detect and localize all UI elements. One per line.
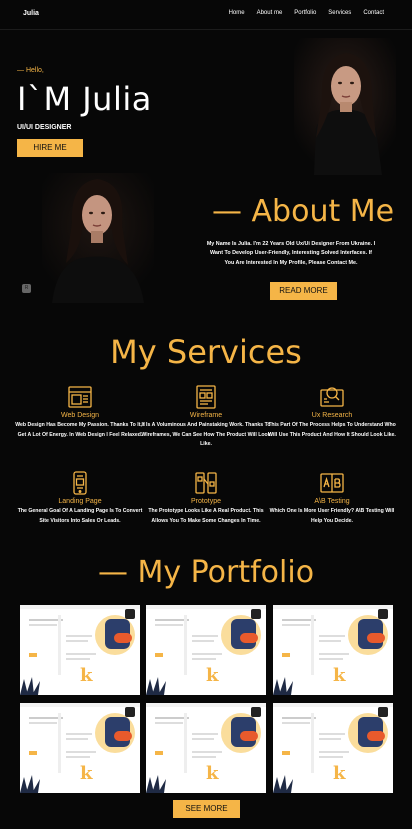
service-desc: It Is A Voluminous And Painstaking Work.… xyxy=(141,422,271,448)
top-nav: Julia Home About me Portfolio Services C… xyxy=(0,0,412,30)
portfolio-thumbnail[interactable]: k xyxy=(146,605,266,695)
service-desc: Web Design Has Become My Passion. Thanks… xyxy=(15,422,145,438)
read-more-button[interactable]: READ MORE xyxy=(270,282,337,300)
nav-services[interactable]: Services xyxy=(328,10,351,16)
web-design-icon xyxy=(67,384,93,410)
landing-page-icon xyxy=(67,470,93,496)
nav-contact[interactable]: Contact xyxy=(363,10,384,16)
service-wireframe: Wireframe It Is A Voluminous And Painsta… xyxy=(140,384,272,450)
service-desc: The General Goal Of A Landing Page Is To… xyxy=(17,508,143,524)
portfolio-thumbnail[interactable]: k xyxy=(273,703,393,793)
prototype-icon xyxy=(193,470,219,496)
service-ab-testing: A\B Testing Which One Is More User Frien… xyxy=(266,470,398,526)
portfolio-thumb-letter: k xyxy=(206,665,219,686)
badge-icon: R xyxy=(22,284,31,293)
nav-home[interactable]: Home xyxy=(229,10,245,16)
portfolio-thumbnail[interactable]: k xyxy=(146,703,266,793)
ux-research-icon xyxy=(319,384,345,410)
service-landing-page: Landing Page The General Goal Of A Landi… xyxy=(14,470,146,526)
about-text: My Name Is Julia. I'm 22 Years Old Ux/Ui… xyxy=(206,241,376,266)
portfolio-thumb-letter: k xyxy=(333,763,346,784)
hero-greeting: — Hello, xyxy=(17,67,44,74)
portfolio-thumbnail[interactable]: k xyxy=(20,605,140,695)
see-more-button[interactable]: SEE MORE xyxy=(173,800,240,818)
logo[interactable]: Julia xyxy=(23,10,39,17)
service-title: Ux Research xyxy=(311,412,353,419)
service-prototype: Prototype The Prototype Looks Like A Rea… xyxy=(140,470,272,526)
portrait-photo-1 xyxy=(294,38,396,175)
service-desc: The Prototype Looks Like A Real Product.… xyxy=(148,508,264,524)
portfolio-thumbnail[interactable]: k xyxy=(20,703,140,793)
hero-title: I`M Julia xyxy=(17,80,152,118)
nav-about[interactable]: About me xyxy=(257,10,283,16)
portfolio-title: — My Portfolio xyxy=(97,555,315,590)
about-title: — About Me xyxy=(212,194,395,229)
nav-links: Home About me Portfolio Services Contact xyxy=(229,10,384,16)
service-title: Wireframe xyxy=(189,412,223,419)
wireframe-icon xyxy=(193,384,219,410)
service-title: Web Design xyxy=(60,412,99,419)
portfolio-thumbnail[interactable]: k xyxy=(273,605,393,695)
portfolio-thumb-letter: k xyxy=(206,763,219,784)
portfolio-thumb-letter: k xyxy=(80,763,93,784)
service-desc: This Part Of The Process Helps To Unders… xyxy=(268,422,396,438)
service-desc: Which One Is More User Friendly? A\B Tes… xyxy=(269,508,395,524)
service-web-design: Web Design Web Design Has Become My Pass… xyxy=(14,384,146,440)
ab-testing-icon xyxy=(319,470,345,496)
portfolio-thumb-letter: k xyxy=(80,665,93,686)
portfolio-thumb-letter: k xyxy=(333,665,346,686)
services-title: My Services xyxy=(110,333,302,371)
service-ux-research: Ux Research This Part Of The Process Hel… xyxy=(266,384,398,440)
hire-me-button[interactable]: HIRE ME xyxy=(17,139,83,157)
service-title: A\B Testing xyxy=(314,498,350,505)
hero-role: UI/UI DESIGNER xyxy=(17,124,72,131)
portrait-photo-2 xyxy=(42,173,154,303)
nav-portfolio[interactable]: Portfolio xyxy=(294,10,316,16)
service-title: Prototype xyxy=(191,498,221,505)
service-title: Landing Page xyxy=(58,498,102,505)
